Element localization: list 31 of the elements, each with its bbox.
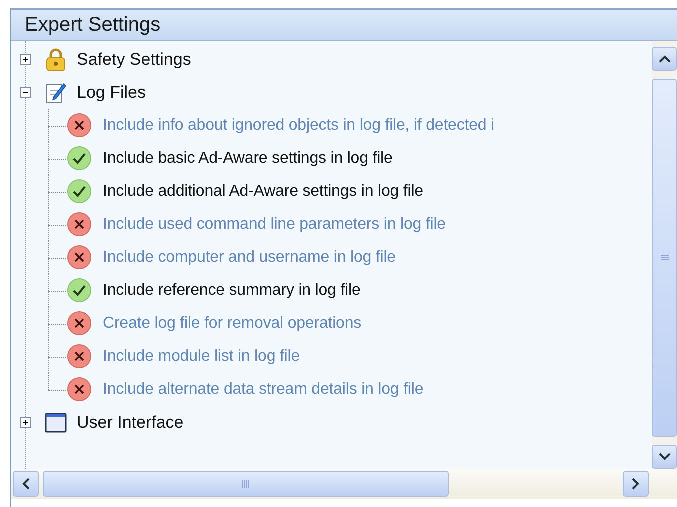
tree-item[interactable]: Log Files	[77, 82, 146, 102]
setting-item[interactable]: Include basic Ad-Aware settings in log file	[103, 150, 393, 168]
caret-left-icon	[22, 478, 30, 490]
grip-icon	[660, 255, 668, 261]
tree-item[interactable]: Safety Settings	[77, 50, 192, 70]
setting-item[interactable]: Include computer and username in log file	[103, 248, 396, 266]
setting-item[interactable]: Create log file for removal operations	[103, 314, 362, 332]
caret-right-icon	[632, 478, 640, 490]
scroll-up-button[interactable]	[652, 47, 677, 71]
scroll-right-button[interactable]	[623, 471, 649, 497]
scroll-left-button[interactable]	[13, 471, 39, 497]
notepad-pencil-icon	[45, 80, 67, 104]
setting-item[interactable]: Include module list in log file	[103, 348, 300, 366]
collapse-icon[interactable]	[20, 87, 31, 98]
tree-item[interactable]: User Interface	[77, 412, 184, 432]
expand-icon[interactable]	[20, 54, 31, 65]
scrollbar-thumb[interactable]	[652, 79, 677, 437]
panel-title: Expert Settings	[25, 14, 161, 36]
setting-item[interactable]: Include reference summary in log file	[103, 282, 361, 300]
caret-up-icon	[658, 55, 670, 63]
padlock-icon	[45, 48, 67, 72]
scroll-down-button[interactable]	[652, 445, 677, 469]
setting-item[interactable]: Include additional Ad-Aware settings in log file	[103, 182, 424, 200]
window-icon	[45, 410, 67, 434]
setting-item[interactable]: Include alternate data stream details in log file	[103, 380, 424, 398]
scrollbar-thumb[interactable]	[43, 471, 449, 497]
expand-icon[interactable]	[20, 417, 31, 428]
caret-down-icon	[658, 453, 670, 461]
setting-item[interactable]: Include info about ignored objects in log file, if detected i	[103, 116, 494, 134]
grip-icon	[242, 480, 250, 488]
setting-item[interactable]: Include used command line parameters in log file	[103, 216, 446, 234]
